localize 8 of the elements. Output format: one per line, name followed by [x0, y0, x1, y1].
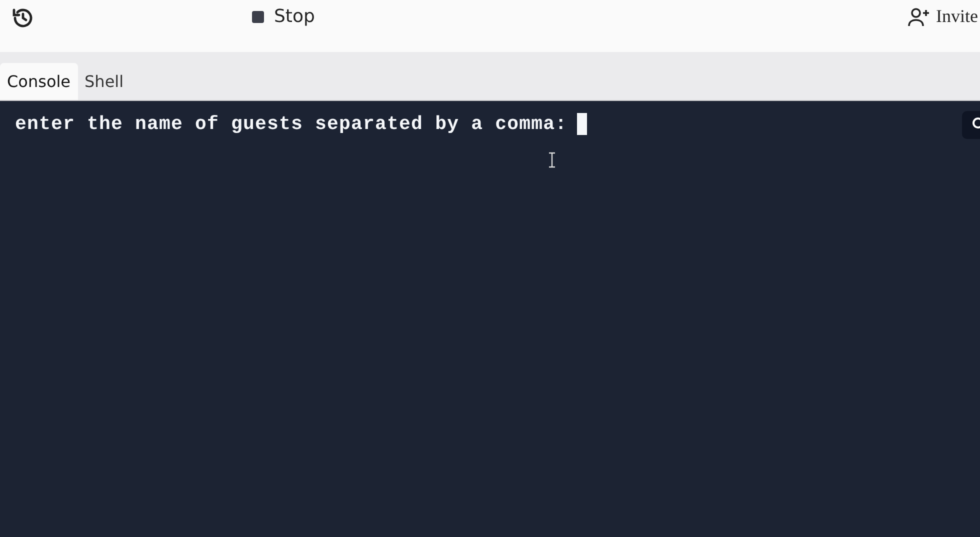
- stop-button[interactable]: Stop: [248, 4, 319, 29]
- invite-button[interactable]: Invite: [908, 4, 978, 29]
- history-icon[interactable]: [11, 6, 35, 30]
- tab[interactable]: Console: [0, 63, 78, 100]
- text-cursor-icon: [547, 152, 557, 168]
- console-output: enter the name of guests separated by a comma:: [15, 113, 568, 135]
- add-user-icon: [908, 6, 930, 26]
- tab[interactable]: Shell: [78, 63, 131, 100]
